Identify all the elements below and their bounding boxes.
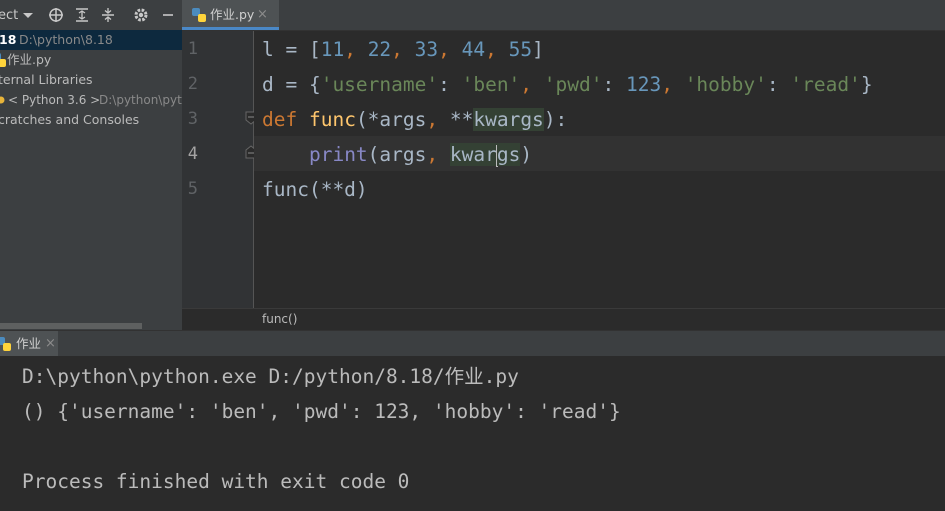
tab-label: 作业.py [210, 7, 255, 22]
expand-all-icon[interactable] [74, 7, 90, 23]
line-number-gutter: 1 2 3 4 5 [182, 31, 257, 308]
tree-item-label: < Python 3.6 > [8, 93, 101, 107]
tree-item-label: cratches and Consoles [0, 112, 140, 127]
code-token: , [426, 108, 450, 131]
breadcrumb-bar: func() [182, 308, 945, 330]
tree-item-path: D:\python\8.18 [19, 32, 113, 47]
code-token: 123 [625, 73, 662, 96]
chevron-down-icon[interactable] [20, 7, 36, 23]
run-console[interactable]: D:\python\python.exe D:/python/8.18/作业.p… [0, 356, 945, 511]
console-output-line: () {'username': 'ben', 'pwd': 123, 'hobb… [22, 400, 621, 423]
console-output-line: D:\python\python.exe D:/python/8.18/作业.p… [22, 365, 519, 388]
code-token: } [860, 73, 873, 96]
tree-item-scratches[interactable]: cratches and Consoles [0, 110, 182, 130]
console-output-line: Process finished with exit code 0 [22, 470, 410, 493]
scrollbar-thumb[interactable] [0, 323, 142, 329]
code-token: , [426, 143, 450, 166]
python-file-icon [0, 53, 6, 67]
breadcrumb[interactable]: func() [262, 312, 297, 326]
code-token: 55 [508, 38, 533, 61]
code-token: gs [496, 143, 521, 166]
code-token: , [661, 73, 685, 96]
tree-item-path: D:\python\pyth [99, 93, 182, 107]
line-number: 4 [187, 144, 198, 164]
line-number: 1 [187, 39, 198, 59]
code-token: : [766, 73, 791, 96]
line-number: 2 [187, 74, 198, 94]
code-token: 'hobby' [684, 73, 767, 96]
minimize-icon[interactable] [160, 7, 176, 23]
tab-label: 作业 [16, 336, 42, 351]
locate-target-icon[interactable] [48, 7, 64, 23]
code-line: def func(*args, **kwargs): [262, 102, 567, 137]
code-token: (*args [355, 108, 427, 131]
code-line: print(args, kwargs) [262, 137, 532, 172]
code-token: [ [308, 38, 321, 61]
code-token: : [438, 73, 462, 96]
code-token: ): [543, 108, 568, 131]
code-token: ) [520, 143, 533, 166]
code-token: print [308, 143, 368, 166]
code-token: 11 [320, 38, 345, 61]
code-token: (args [367, 143, 427, 166]
tree-item-python-sdk[interactable]: < Python 3.6 > D:\python\pyth [0, 90, 182, 110]
tree-item-project-root[interactable]: 18 D:\python\8.18 [0, 30, 182, 50]
code-line: l = [11, 22, 33, 44, 55] [262, 32, 544, 67]
code-line: d = {'username': 'ben', 'pwd': 123, 'hob… [262, 67, 873, 102]
code-token: d = { [262, 73, 321, 96]
code-token: , [485, 38, 509, 61]
code-token: 44 [461, 38, 486, 61]
project-panel: ect 18 D:\python\8.18 作业.py ternal Libra… [0, 0, 182, 330]
tree-item-label: 18 [0, 32, 17, 47]
tab-editor-file[interactable]: 作业.py × [182, 0, 279, 30]
python-file-icon [192, 8, 206, 22]
code-token: kwargs [473, 108, 544, 131]
project-horizontal-scrollbar[interactable] [0, 321, 182, 330]
editor-tab-bar: 作业.py × [182, 0, 945, 31]
code-token: def [262, 108, 309, 131]
project-view-selector[interactable]: ect [0, 6, 18, 26]
tree-item-external-libraries[interactable]: ternal Libraries [0, 70, 182, 90]
run-tool-window-header: 作业 × [0, 330, 945, 357]
code-line: func(**d) [262, 172, 368, 207]
code-token: func(**d) [262, 178, 368, 201]
code-token: : [602, 73, 626, 96]
project-toolbar: ect [0, 0, 182, 31]
code-token: , [520, 73, 544, 96]
tree-item-label: 作业.py [7, 52, 52, 67]
python-run-icon [0, 337, 11, 351]
tab-run[interactable]: 作业 × [0, 331, 58, 357]
code-token: func [308, 108, 356, 131]
code-token: l = [262, 38, 309, 61]
line-number: 3 [187, 109, 198, 129]
code-token: 'username' [320, 73, 439, 96]
code-token: , [344, 38, 368, 61]
code-token: ** [449, 108, 474, 131]
tree-item-file[interactable]: 作业.py [0, 50, 182, 70]
code-token: , [438, 38, 462, 61]
code-token: 'pwd' [543, 73, 603, 96]
code-token: 33 [414, 38, 439, 61]
code-token: ] [532, 38, 544, 61]
tree-item-label: ternal Libraries [0, 72, 93, 87]
code-token: , [391, 38, 415, 61]
collapse-all-icon[interactable] [100, 7, 116, 23]
code-token: 22 [367, 38, 392, 61]
close-icon[interactable]: × [257, 0, 268, 30]
code-editor[interactable]: l = [11, 22, 33, 44, 55] d = {'username':… [254, 31, 945, 308]
code-token: 'ben' [461, 73, 521, 96]
python-sdk-icon [0, 96, 5, 104]
code-token: 'read' [790, 73, 861, 96]
code-token: kwar [449, 143, 497, 166]
close-icon[interactable]: × [45, 331, 56, 357]
line-number: 5 [187, 179, 198, 199]
gear-icon[interactable] [133, 7, 149, 23]
